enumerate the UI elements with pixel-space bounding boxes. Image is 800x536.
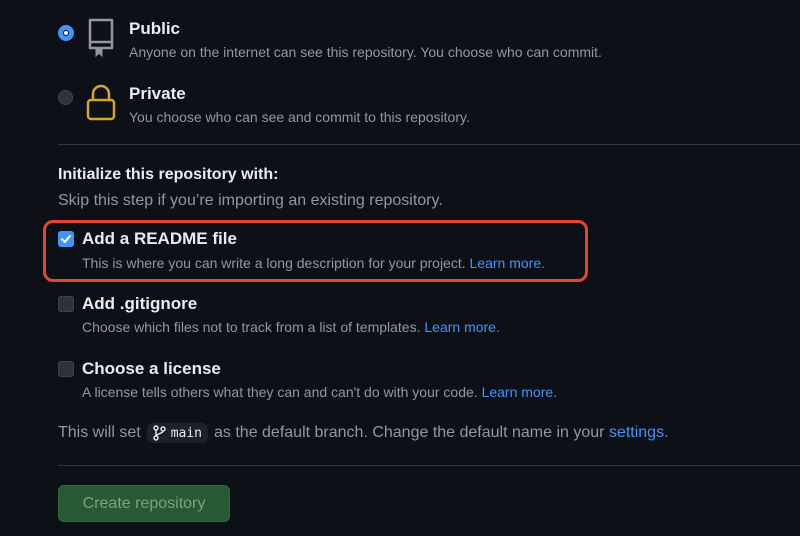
license-learn-more-link[interactable]: Learn more.	[482, 384, 557, 400]
gitignore-checkbox[interactable]	[58, 296, 74, 312]
branch-name: main	[170, 425, 202, 441]
create-repository-button[interactable]: Create repository	[58, 485, 230, 522]
license-description-text: A license tells others what they can and…	[82, 384, 478, 400]
gitignore-description: Choose which files not to track from a l…	[82, 319, 500, 335]
repo-icon	[86, 18, 116, 63]
readme-highlight	[43, 220, 588, 282]
gitignore-title: Add .gitignore	[82, 294, 198, 313]
branch-end-text: .	[664, 424, 669, 441]
public-description: Anyone on the internet can see this repo…	[129, 44, 602, 60]
private-title: Private	[129, 84, 186, 103]
license-checkbox[interactable]	[58, 361, 74, 377]
divider	[58, 144, 800, 145]
divider-bottom	[58, 465, 800, 466]
lock-icon	[85, 84, 117, 127]
gitignore-description-text: Choose which files not to track from a l…	[82, 319, 421, 335]
branch-prefix-text: This will set	[58, 424, 141, 441]
initialize-subtitle: Skip this step if you’re importing an ex…	[58, 192, 443, 209]
branch-name-pill: main	[146, 423, 208, 443]
branch-suffix-text: as the default branch. Change the defaul…	[214, 424, 605, 441]
public-radio[interactable]	[59, 26, 73, 40]
private-description: You choose who can see and commit to thi…	[129, 109, 470, 125]
gitignore-learn-more-link[interactable]: Learn more.	[424, 319, 499, 335]
default-branch-info: This will set main as the default branch…	[58, 423, 669, 443]
create-repository-page: Public Anyone on the internet can see th…	[0, 0, 800, 536]
private-radio[interactable]	[58, 90, 73, 105]
initialize-title: Initialize this repository with:	[58, 166, 279, 183]
license-description: A license tells others what they can and…	[82, 384, 557, 400]
public-title: Public	[129, 19, 181, 38]
license-title: Choose a license	[82, 359, 221, 378]
git-branch-icon	[152, 425, 166, 441]
settings-link[interactable]: settings	[609, 424, 664, 442]
